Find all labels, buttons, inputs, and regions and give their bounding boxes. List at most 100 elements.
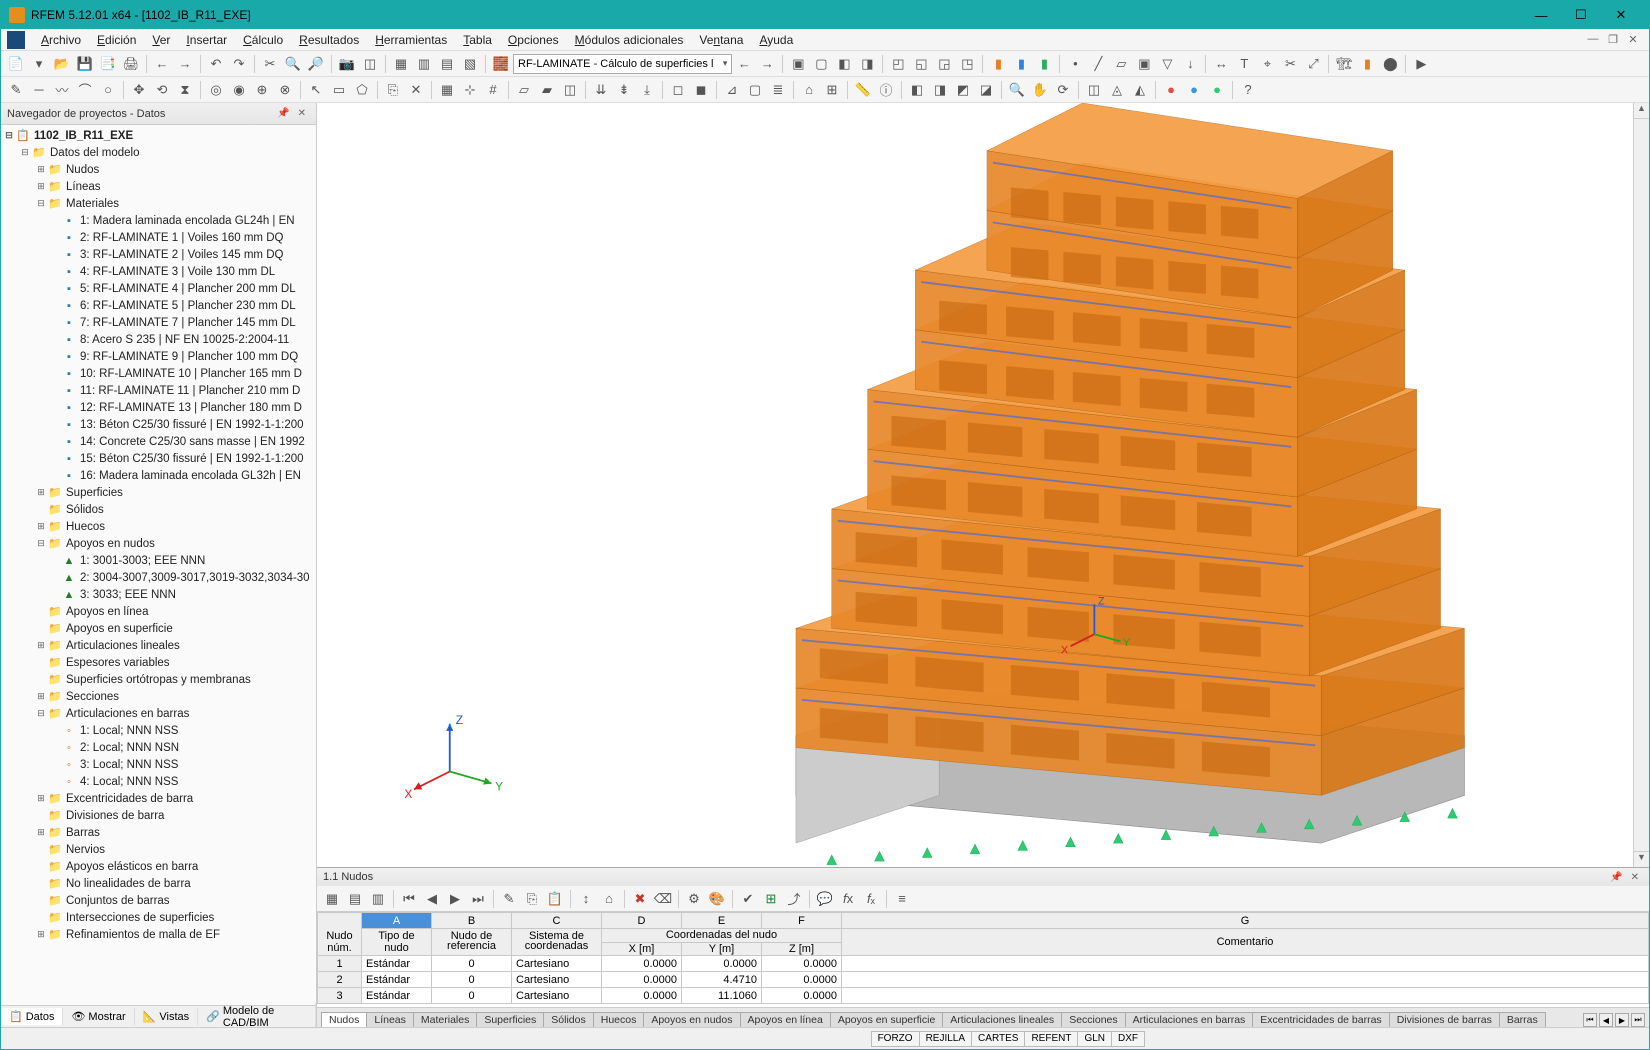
tree-support-item[interactable]: ▲3: 3033; EEE NNN: [1, 586, 316, 603]
3d-viewport[interactable]: Z X Y: [317, 103, 1633, 867]
camera-icon[interactable]: 📷: [336, 53, 358, 75]
app-mdi-icon[interactable]: [7, 31, 25, 49]
status-cartes[interactable]: CARTES: [971, 1031, 1025, 1047]
table-tab[interactable]: Nudos: [321, 1012, 367, 1027]
tbl-delrow-icon[interactable]: ≡: [891, 888, 913, 910]
copy-draw-icon[interactable]: ⎘: [382, 79, 404, 101]
table-tab[interactable]: Superficies: [476, 1012, 544, 1027]
scale-icon[interactable]: ⤢: [1302, 53, 1324, 75]
tbl-excel-icon[interactable]: ⊞: [760, 888, 782, 910]
vis-grid-icon[interactable]: ▦: [436, 79, 458, 101]
pers-icon[interactable]: ◩: [952, 79, 974, 101]
render2-icon[interactable]: ◱: [910, 53, 932, 75]
snap3-icon[interactable]: ⊕: [251, 79, 273, 101]
tbl-prev-icon[interactable]: ◀: [421, 888, 443, 910]
color2-icon[interactable]: ▮: [1010, 53, 1032, 75]
cube3-icon[interactable]: ◧: [833, 53, 855, 75]
tree-openings[interactable]: Huecos: [66, 521, 105, 533]
layer-icon[interactable]: ≣: [767, 79, 789, 101]
panel2-icon[interactable]: ▤: [436, 53, 458, 75]
minimize-button[interactable]: —: [1521, 1, 1561, 29]
maximize-button[interactable]: ☐: [1561, 1, 1601, 29]
tbl-chk-icon[interactable]: ✔: [737, 888, 759, 910]
tbl-first-icon[interactable]: ⏮: [398, 888, 420, 910]
help-icon[interactable]: ⬤: [1379, 53, 1401, 75]
tree-material-item[interactable]: ▪14: Concrete C25/30 sans masse | EN 199…: [1, 433, 316, 450]
tree-sections[interactable]: Secciones: [66, 691, 119, 703]
save-icon[interactable]: 💾: [74, 53, 96, 75]
fe2-icon[interactable]: ◬: [1106, 79, 1128, 101]
mirror-icon[interactable]: ⧗: [174, 79, 196, 101]
tree-member-hinges[interactable]: Articulaciones en barras: [66, 708, 189, 720]
menu-ventana[interactable]: Ventana: [691, 31, 751, 49]
panel1-icon[interactable]: ▥: [413, 53, 435, 75]
table-tab[interactable]: Apoyos en superficie: [830, 1012, 943, 1027]
view-icon[interactable]: ◨: [929, 79, 951, 101]
tbl-clear-icon[interactable]: ⌫: [652, 888, 674, 910]
load3-icon[interactable]: ⤓: [636, 79, 658, 101]
tree-material-item[interactable]: ▪7: RF-LAMINATE 7 | Plancher 145 mm DL: [1, 314, 316, 331]
meas-icon[interactable]: 📏: [852, 79, 874, 101]
tbl-comment-icon[interactable]: 💬: [814, 888, 836, 910]
tbl-nav1-icon[interactable]: ▦: [321, 888, 343, 910]
table-tab[interactable]: Materiales: [413, 1012, 477, 1027]
navigator-close-icon[interactable]: ✕: [294, 108, 310, 119]
tree-surfaces[interactable]: Superficies: [66, 487, 123, 499]
info-icon[interactable]: ⓘ: [875, 79, 897, 101]
tbl-fxb-icon[interactable]: fₓ: [860, 888, 882, 910]
tree-ecc[interactable]: Excentricidades de barra: [66, 793, 193, 805]
tree-ribs[interactable]: Nervios: [66, 844, 105, 856]
sidebar-tab-data[interactable]: 📋Datos: [1, 1008, 63, 1025]
cut-sel-icon[interactable]: ✂: [1279, 53, 1301, 75]
tree-material-item[interactable]: ▪12: RF-LAMINATE 13 | Plancher 180 mm D: [1, 399, 316, 416]
render4-icon[interactable]: ◳: [956, 53, 978, 75]
fe1-icon[interactable]: ◫: [1083, 79, 1105, 101]
tbl-next-icon[interactable]: ▶: [444, 888, 466, 910]
select-icon[interactable]: ⌖: [1256, 53, 1278, 75]
tree-material-item[interactable]: ▪4: RF-LAMINATE 3 | Voile 130 mm DL: [1, 263, 316, 280]
status-forzo[interactable]: FORZO: [871, 1031, 920, 1047]
table-tab[interactable]: Divisiones de barras: [1389, 1012, 1500, 1027]
render3-icon[interactable]: ◲: [933, 53, 955, 75]
table-tab[interactable]: Barras: [1499, 1012, 1546, 1027]
calc-icon[interactable]: ▶: [1410, 53, 1432, 75]
line-draw-icon[interactable]: ─: [28, 79, 50, 101]
color1-icon[interactable]: ▮: [987, 53, 1009, 75]
tbl-paste-icon[interactable]: 📋: [544, 888, 566, 910]
wp-icon[interactable]: ▢: [744, 79, 766, 101]
tree-hinge-item[interactable]: ◦4: Local; NNN NSS: [1, 773, 316, 790]
vis-axis-icon[interactable]: ⊹: [459, 79, 481, 101]
table-tab[interactable]: Secciones: [1061, 1012, 1125, 1027]
menu-opciones[interactable]: Opciones: [500, 31, 567, 49]
next-icon[interactable]: →: [174, 53, 196, 75]
tree-support-item[interactable]: ▲2: 3004-3007,3009-3017,3019-3032,3034-3…: [1, 569, 316, 586]
tbl-nav3-icon[interactable]: ▥: [367, 888, 389, 910]
tree-line-supports[interactable]: Apoyos en línea: [66, 606, 148, 618]
tree-support-item[interactable]: ▲1: 3001-3003; EEE NNN: [1, 552, 316, 569]
cube2-icon[interactable]: ▢: [810, 53, 832, 75]
module-icon[interactable]: 🧱: [490, 53, 512, 75]
surface-icon[interactable]: ▱: [1110, 53, 1132, 75]
pencil-icon[interactable]: ✎: [5, 79, 27, 101]
tree-nonlin[interactable]: No linealidades de barra: [66, 878, 191, 890]
load1-icon[interactable]: ⇊: [590, 79, 612, 101]
clip-icon[interactable]: ◧: [906, 79, 928, 101]
menu-tabla[interactable]: Tabla: [455, 31, 500, 49]
status-gln[interactable]: GLN: [1077, 1031, 1112, 1047]
line-icon[interactable]: ╱: [1087, 53, 1109, 75]
col-line-icon[interactable]: ●: [1183, 79, 1205, 101]
tbl-copy-icon[interactable]: ⎘: [521, 888, 543, 910]
table-row[interactable]: 3Estándar0Cartesiano0.000011.10600.0000: [318, 988, 1649, 1004]
sel-arrow-icon[interactable]: ↖: [305, 79, 327, 101]
table-tab[interactable]: Articulaciones lineales: [942, 1012, 1062, 1027]
sidebar-tab-views[interactable]: 📐Vistas: [135, 1008, 198, 1025]
tab-nav-next[interactable]: ▶: [1615, 1013, 1629, 1027]
tab-nav-first[interactable]: ⏮: [1583, 1013, 1597, 1027]
tree-material-item[interactable]: ▪6: RF-LAMINATE 5 | Plancher 230 mm DL: [1, 297, 316, 314]
sel-rect-icon[interactable]: ▭: [328, 79, 350, 101]
menu-insertar[interactable]: Insertar: [178, 31, 235, 49]
viewport-scrollbar[interactable]: ▲ ▼: [1633, 103, 1649, 867]
table-tab[interactable]: Líneas: [366, 1012, 414, 1027]
tbl-last-icon[interactable]: ⏭: [467, 888, 489, 910]
menu-edicion[interactable]: Edición: [89, 31, 144, 49]
